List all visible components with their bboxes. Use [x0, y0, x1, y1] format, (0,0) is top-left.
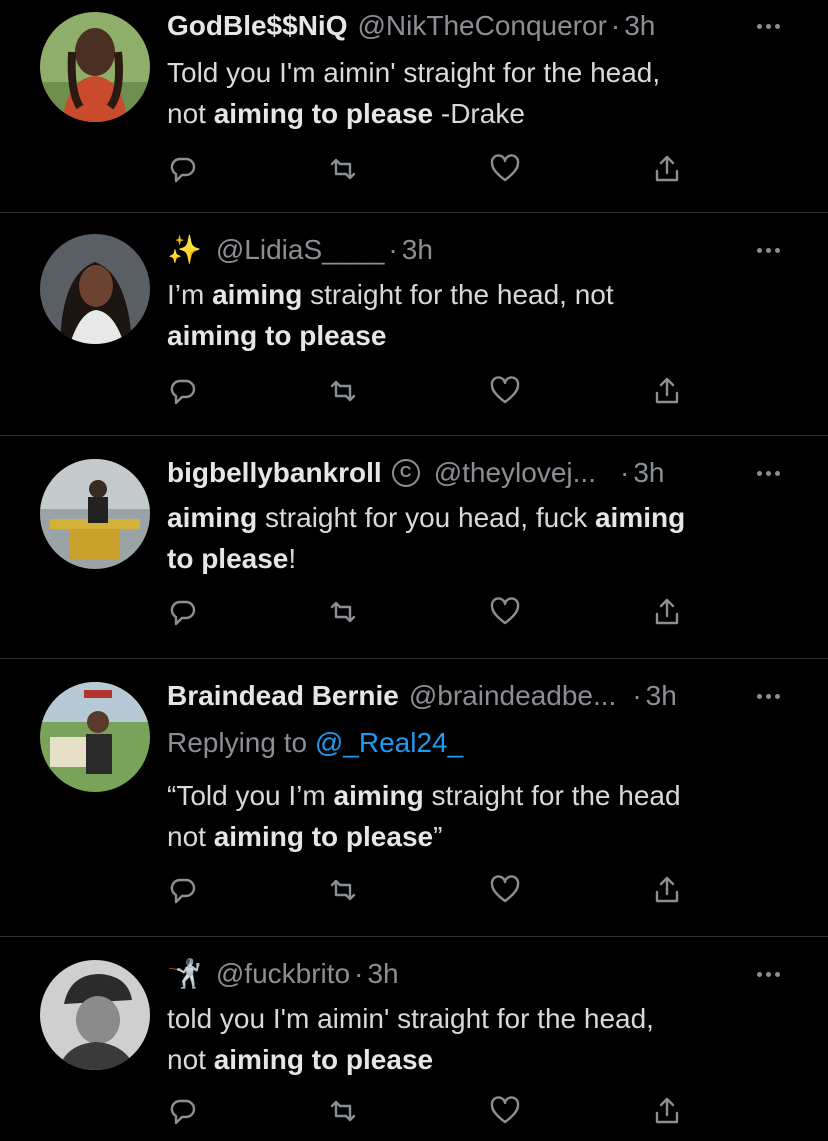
separator-dot: · — [388, 234, 398, 265]
tweet-text: “Told you I’m aiming straight for the he… — [167, 775, 787, 857]
avatar[interactable] — [40, 12, 150, 122]
action-bar — [166, 873, 696, 907]
text-run: ! — [288, 543, 297, 574]
reply-icon[interactable] — [166, 1094, 200, 1128]
text-run: not — [167, 1044, 214, 1075]
user-handle[interactable]: @theylovej... — [434, 451, 596, 495]
user-handle[interactable]: @LidiaS____ — [216, 228, 385, 272]
more-icon[interactable] — [757, 451, 780, 495]
bold-text: aiming to please — [213, 821, 434, 852]
display-name[interactable]: GodBle$$NiQ — [167, 4, 347, 48]
retweet-icon[interactable] — [326, 152, 360, 186]
tweet[interactable]: bigbellybankroll C @theylovej... · 3h ai… — [0, 435, 828, 659]
bold-text: aiming to please — [213, 98, 434, 129]
replying-to: Replying to @_Real24_ — [167, 723, 463, 763]
timestamp[interactable]: 3h — [624, 4, 655, 48]
timestamp[interactable]: 3h — [402, 228, 433, 272]
text-run: I’m — [167, 279, 213, 310]
avatar[interactable] — [40, 459, 150, 569]
reply-icon[interactable] — [166, 152, 200, 186]
text-run: not — [167, 821, 214, 852]
timestamp[interactable]: 3h — [633, 451, 664, 495]
share-icon[interactable] — [650, 374, 684, 408]
bold-text: aiming — [594, 502, 686, 533]
user-handle[interactable]: @fuckbrito — [216, 952, 350, 996]
more-icon[interactable] — [757, 228, 780, 272]
share-icon[interactable] — [650, 152, 684, 186]
text-run: straight for the head — [423, 780, 681, 811]
reply-prefix: Replying to — [167, 727, 315, 758]
retweet-icon[interactable] — [326, 1094, 360, 1128]
like-icon[interactable] — [488, 873, 522, 907]
bold-text: aiming — [333, 780, 424, 811]
timestamp[interactable]: 3h — [646, 674, 677, 718]
tweet[interactable]: Braindead Bernie @braindeadbe... · 3h Re… — [0, 658, 828, 937]
tweet[interactable]: 🤺 @fuckbrito · 3h told you I'm aimin' st… — [0, 936, 828, 1141]
bold-text: aiming — [167, 502, 258, 533]
like-icon[interactable] — [488, 595, 522, 629]
action-bar — [166, 595, 696, 629]
text-run: Told you I'm aimin' straight for the hea… — [167, 57, 661, 88]
text-run: “Told you I’m — [167, 780, 334, 811]
text-run: told you I'm aimin' straight for the hea… — [167, 1003, 654, 1034]
timestamp[interactable]: 3h — [367, 952, 398, 996]
share-icon[interactable] — [650, 1094, 684, 1128]
text-run: straight for you head, fuck — [257, 502, 595, 533]
tweet-text: aiming straight for you head, fuck aimin… — [167, 497, 787, 579]
reply-mention-link[interactable]: @_Real24_ — [315, 727, 463, 758]
text-run: not — [167, 98, 214, 129]
tweet-text: Told you I'm aimin' straight for the hea… — [167, 52, 787, 134]
separator-dot: · — [619, 457, 630, 488]
action-bar — [166, 374, 696, 408]
more-icon[interactable] — [757, 674, 780, 718]
bold-text: aiming to please — [167, 320, 387, 351]
sparkles-emoji: ✨ — [167, 234, 202, 265]
copyright-badge: C — [391, 459, 420, 487]
retweet-icon[interactable] — [326, 873, 360, 907]
separator-dot: · — [354, 958, 364, 989]
reply-icon[interactable] — [166, 873, 200, 907]
like-icon[interactable] — [488, 1094, 522, 1128]
tweet[interactable]: GodBle$$NiQ @NikTheConqueror · 3h Told y… — [0, 0, 828, 213]
action-bar — [166, 152, 696, 186]
display-name[interactable]: bigbellybankroll — [167, 451, 382, 495]
bold-text: aiming — [212, 279, 303, 310]
bold-text: to please — [167, 543, 289, 574]
user-handle[interactable]: @braindeadbe... — [409, 674, 616, 718]
retweet-icon[interactable] — [326, 374, 360, 408]
action-bar — [166, 1094, 696, 1128]
more-icon[interactable] — [757, 4, 780, 48]
reply-icon[interactable] — [166, 595, 200, 629]
bold-text: aiming to please — [213, 1044, 434, 1075]
separator-dot: · — [610, 10, 621, 41]
avatar[interactable] — [40, 682, 150, 792]
tweet-text: told you I'm aimin' straight for the hea… — [167, 998, 787, 1080]
more-icon[interactable] — [757, 952, 780, 996]
text-run: ” — [433, 821, 443, 852]
avatar[interactable] — [40, 960, 150, 1070]
share-icon[interactable] — [650, 873, 684, 907]
avatar[interactable] — [40, 234, 150, 344]
share-icon[interactable] — [650, 595, 684, 629]
text-run: straight for the head, not — [302, 279, 614, 310]
reply-icon[interactable] — [166, 374, 200, 408]
fencer-emoji: 🤺 — [167, 958, 202, 989]
user-handle[interactable]: @NikTheConqueror — [357, 4, 606, 48]
tweet-text: I’m aiming straight for the head, not aim… — [167, 274, 787, 356]
retweet-icon[interactable] — [326, 595, 360, 629]
separator-dot: · — [632, 680, 642, 711]
like-icon[interactable] — [488, 152, 522, 186]
text-run: -Drake — [433, 98, 525, 129]
tweet[interactable]: ✨ @LidiaS____ · 3h I’m aiming straight f… — [0, 212, 828, 436]
like-icon[interactable] — [488, 374, 522, 408]
display-name[interactable]: Braindead Bernie — [167, 674, 399, 718]
